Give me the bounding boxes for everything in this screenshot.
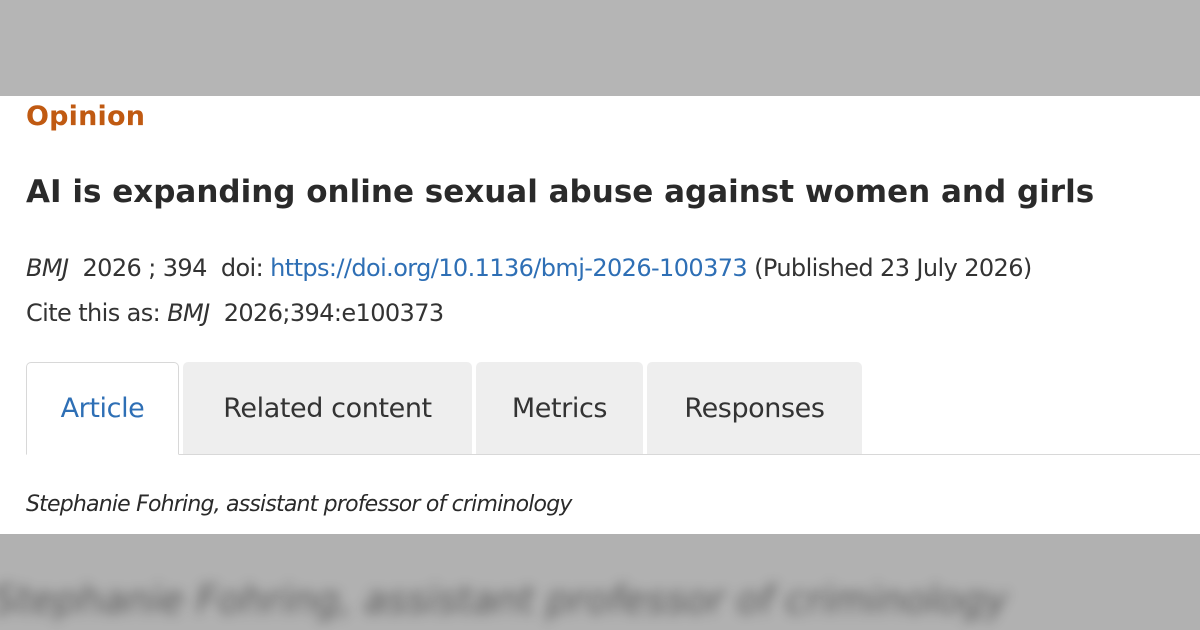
citation-volume: 394 (162, 254, 208, 282)
article-header-card: Opinion AI is expanding online sexual ab… (0, 96, 1200, 534)
cite-as-line: Cite this as: BMJ 2026;394:e100373 (26, 299, 444, 327)
blurred-footer-band: Stephanie Fohring, assistant professor o… (0, 534, 1200, 630)
tab-article[interactable]: Article (26, 362, 179, 455)
citation-line: BMJ 2026 ; 394 doi: https://doi.org/10.1… (26, 254, 1032, 282)
tab-metrics[interactable]: Metrics (476, 362, 643, 454)
citation-journal: BMJ (26, 254, 69, 282)
tab-responses[interactable]: Responses (647, 362, 862, 454)
section-label[interactable]: Opinion (26, 101, 145, 132)
citation-separator: ; (148, 254, 156, 282)
cite-as-journal: BMJ (167, 299, 210, 327)
citation-year: 2026 (82, 254, 142, 282)
article-title: AI is expanding online sexual abuse agai… (26, 174, 1095, 210)
published-date: (Published 23 July 2026) (754, 254, 1032, 282)
cite-as-label: Cite this as: (26, 299, 161, 327)
blurred-author-echo: Stephanie Fohring, assistant professor o… (0, 578, 1008, 622)
doi-link[interactable]: https://doi.org/10.1136/bmj-2026-100373 (270, 254, 748, 282)
cite-as-reference: 2026;394:e100373 (223, 299, 444, 327)
tab-bar-divider (178, 454, 1200, 455)
author-line: Stephanie Fohring, assistant professor o… (26, 492, 572, 517)
tab-related-content[interactable]: Related content (183, 362, 472, 454)
doi-label: doi: (220, 254, 264, 282)
blurred-header-band (0, 0, 1200, 96)
